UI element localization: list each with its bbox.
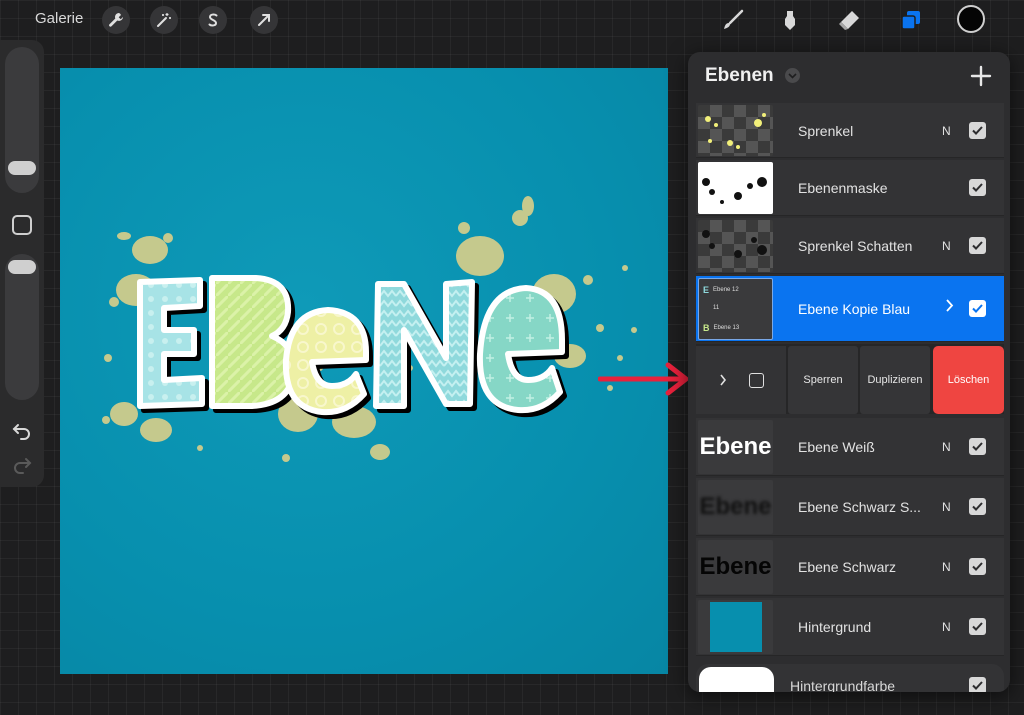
layer-name: Ebene Schwarz S... <box>798 499 921 515</box>
thumb-layer-name: Ebene 12 <box>713 287 739 293</box>
actions-expand-area[interactable] <box>696 346 786 414</box>
layers-icon[interactable] <box>896 5 926 35</box>
color-picker-button[interactable] <box>957 5 985 33</box>
layer-thumbnail <box>698 600 773 654</box>
select-square-icon[interactable] <box>748 372 764 388</box>
visibility-checkbox[interactable] <box>969 618 986 635</box>
visibility-checkbox[interactable] <box>969 677 986 692</box>
layer-row-hintergrund[interactable]: Hintergrund N <box>696 598 1004 656</box>
layer-name: Hintergrundfarbe <box>790 678 896 692</box>
selection-s-icon[interactable] <box>199 6 227 34</box>
undo-icon[interactable] <box>10 418 34 442</box>
panel-title: Ebenen <box>705 65 774 86</box>
blend-mode-button[interactable]: N <box>942 620 951 634</box>
brush-size-handle[interactable] <box>8 161 36 175</box>
layer-thumbnail <box>698 220 773 272</box>
thumb-letter: E <box>703 285 710 295</box>
brush-size-slider[interactable] <box>5 47 39 193</box>
chevron-right-icon[interactable] <box>945 299 954 316</box>
layer-thumbnail: Ebene <box>698 540 773 594</box>
color-thumbnail <box>699 667 774 692</box>
layer-name: Sprenkel <box>798 123 854 139</box>
layer-name: Ebene Schwarz <box>798 559 897 575</box>
layer-row-ebene-schwarz-schatten[interactable]: Ebene Ebene Schwarz S... N <box>696 478 1004 536</box>
lock-button[interactable]: Sperren <box>788 346 858 414</box>
smudge-icon[interactable] <box>775 5 805 35</box>
layer-name: Ebene Kopie Blau <box>798 301 911 317</box>
layer-row-sprenkel-schatten[interactable]: Sprenkel Schatten N <box>696 218 1004 274</box>
visibility-checkbox[interactable] <box>969 237 986 254</box>
opacity-handle[interactable] <box>8 260 36 274</box>
layer-thumbnail: Ebene <box>698 420 773 474</box>
layer-name: Ebenenmaske <box>798 180 888 196</box>
thumb-text: Ebene <box>699 553 772 580</box>
wrench-icon[interactable] <box>102 6 130 34</box>
blend-mode-button[interactable]: N <box>942 500 951 514</box>
top-toolbar: Galerie <box>0 0 1024 40</box>
add-layer-button[interactable] <box>969 64 993 88</box>
duplicate-button[interactable]: Duplizieren <box>860 346 930 414</box>
visibility-checkbox[interactable] <box>969 558 986 575</box>
layer-thumbnail <box>698 105 773 156</box>
redo-icon[interactable] <box>10 452 34 476</box>
layer-thumbnail: Ebene <box>698 480 773 534</box>
arrow-cursor-icon[interactable] <box>250 6 278 34</box>
visibility-checkbox[interactable] <box>969 498 986 515</box>
eraser-icon[interactable] <box>834 5 864 35</box>
chevron-right-icon <box>719 374 726 386</box>
layer-name: Hintergrund <box>798 619 872 635</box>
thumb-layer-name: 11 <box>713 305 720 311</box>
layer-row-sprenkel[interactable]: Sprenkel N <box>696 103 1004 158</box>
layer-actions-row: Sperren Duplizieren Löschen <box>696 344 1004 414</box>
layer-name: Ebene Weiß <box>798 439 875 455</box>
layers-panel: Ebenen Sprenkel N Ebenenmaske Sprenkel S… <box>688 52 1010 692</box>
thumb-layer-name: Ebene 13 <box>713 325 740 331</box>
brush-icon[interactable] <box>718 5 748 35</box>
opacity-slider[interactable] <box>5 254 39 400</box>
magic-wand-icon[interactable] <box>150 6 178 34</box>
delete-button[interactable]: Löschen <box>933 346 1004 414</box>
layer-row-ebene-kopie-blau[interactable]: E Ebene 12 11 B Ebene 13 Ebene Kopie Bla… <box>696 276 1004 342</box>
visibility-checkbox[interactable] <box>969 300 986 317</box>
red-arrow-annotation <box>598 362 689 396</box>
blend-mode-button[interactable]: N <box>942 440 951 454</box>
chevron-down-icon[interactable] <box>785 68 800 83</box>
layer-row-hintergrundfarbe[interactable]: Hintergrundfarbe <box>696 664 1004 692</box>
layer-row-ebene-schwarz[interactable]: Ebene Ebene Schwarz N <box>696 538 1004 596</box>
drawing-canvas[interactable] <box>60 68 668 674</box>
left-sidebar <box>0 40 44 487</box>
layer-row-ebenenmaske[interactable]: Ebenenmaske <box>696 160 1004 216</box>
visibility-checkbox[interactable] <box>969 122 986 139</box>
blend-mode-button[interactable]: N <box>942 239 951 253</box>
group-thumbnail: E Ebene 12 11 B Ebene 13 <box>698 278 773 340</box>
modify-button[interactable] <box>12 215 32 235</box>
thumb-text: Ebene <box>699 433 772 460</box>
thumb-text: Ebene <box>699 493 772 520</box>
blend-mode-button[interactable]: N <box>942 124 951 138</box>
thumb-letter: B <box>703 323 710 333</box>
visibility-checkbox[interactable] <box>969 438 986 455</box>
layer-row-ebene-weiss[interactable]: Ebene Ebene Weiß N <box>696 418 1004 476</box>
canvas-artwork <box>102 196 637 462</box>
blend-mode-button[interactable]: N <box>942 560 951 574</box>
layer-name: Sprenkel Schatten <box>798 238 913 254</box>
gallery-button[interactable]: Galerie <box>35 10 83 27</box>
mask-thumbnail <box>698 162 773 214</box>
visibility-checkbox[interactable] <box>969 179 986 196</box>
